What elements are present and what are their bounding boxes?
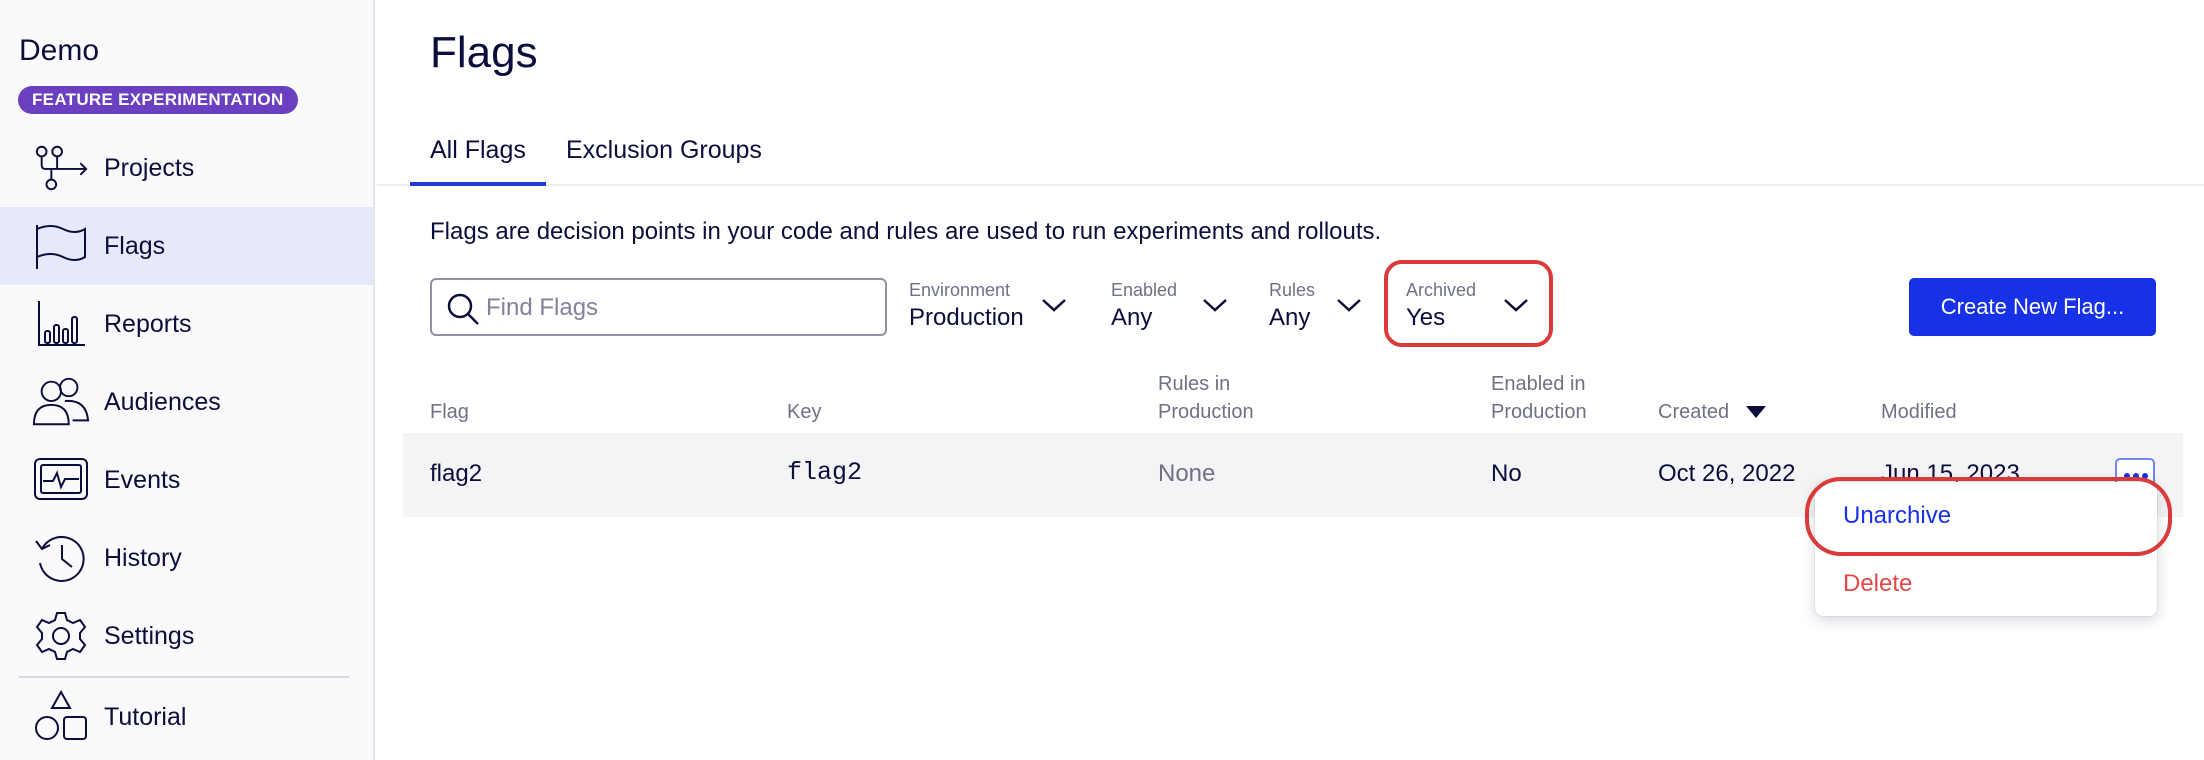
search-input[interactable] (486, 290, 876, 326)
sidebar-item-events[interactable]: Events (0, 441, 373, 519)
filter-label: Enabled (1111, 280, 1178, 300)
sidebar-item-label: Reports (104, 309, 192, 338)
events-icon (32, 455, 90, 505)
filter-value: Any (1111, 304, 1153, 331)
sidebar-item-settings[interactable]: Settings (0, 597, 373, 675)
audiences-icon (32, 377, 90, 427)
active-tab-indicator (410, 182, 546, 186)
column-header-flag[interactable]: Flag (430, 398, 469, 426)
sidebar-item-label: Projects (104, 153, 195, 182)
sidebar-item-label: Events (104, 465, 181, 494)
column-header-enabled-line2[interactable]: Production (1491, 398, 1587, 426)
cell-key: flag2 (787, 458, 863, 487)
sidebar-item-label: Settings (104, 621, 195, 650)
sidebar-item-projects[interactable]: Projects (0, 129, 373, 207)
shapes-icon (32, 690, 90, 742)
unarchive-menu-item[interactable]: Unarchive (1843, 502, 1951, 530)
column-header-rules-line2[interactable]: Production (1158, 398, 1254, 426)
filter-enabled[interactable]: Enabled Any (1111, 278, 1229, 340)
filter-environment[interactable]: Environment Production (909, 278, 1074, 340)
create-new-flag-button[interactable]: Create New Flag... (1909, 278, 2156, 336)
tab-all-flags[interactable]: All Flags (430, 136, 526, 165)
sort-descending-icon[interactable] (1745, 405, 1767, 424)
column-header-enabled-line1[interactable]: Enabled in (1491, 370, 1586, 398)
column-header-created[interactable]: Created (1658, 398, 1729, 426)
sidebar-item-history[interactable]: History (0, 519, 373, 597)
filter-label: Environment (909, 280, 1011, 300)
filter-value: Production (909, 304, 1024, 331)
reports-icon (32, 299, 90, 349)
cell-created: Oct 26, 2022 (1658, 460, 1796, 487)
sidebar-item-audiences[interactable]: Audiences (0, 363, 373, 441)
page-title: Flags (430, 28, 538, 77)
tab-exclusion-groups[interactable]: Exclusion Groups (566, 136, 762, 165)
row-actions-menu: Unarchive Delete (1815, 482, 2157, 616)
filter-label: Archived (1406, 280, 1477, 300)
projects-icon (32, 143, 90, 193)
chevron-down-icon (1335, 296, 1363, 319)
sidebar-item-label: History (104, 543, 182, 572)
filter-value: Any (1269, 304, 1311, 331)
sidebar-item-reports[interactable]: Reports (0, 285, 373, 363)
filter-value: Yes (1406, 304, 1446, 331)
sidebar-item-label: Tutorial (104, 702, 187, 731)
product-badge: FEATURE EXPERIMENTATION (18, 86, 298, 114)
search-box[interactable] (430, 278, 887, 336)
history-icon (32, 533, 90, 583)
cell-enabled: No (1491, 460, 1522, 487)
chevron-down-icon (1502, 296, 1530, 319)
filter-archived[interactable]: Archived Yes (1406, 278, 1531, 340)
column-header-rules-line1[interactable]: Rules in (1158, 370, 1230, 398)
chevron-down-icon (1201, 296, 1229, 319)
flag-icon (32, 221, 90, 271)
app-title: Demo (19, 34, 100, 67)
page-description: Flags are decision points in your code a… (430, 218, 1382, 245)
gear-icon (32, 611, 90, 661)
sidebar-item-label: Flags (104, 231, 166, 260)
column-header-key[interactable]: Key (787, 398, 821, 426)
column-header-modified[interactable]: Modified (1881, 398, 1957, 426)
filter-label: Rules (1269, 280, 1316, 300)
cell-rules: None (1158, 460, 1216, 487)
delete-menu-item[interactable]: Delete (1843, 570, 1912, 598)
search-icon (446, 292, 480, 331)
sidebar: Demo FEATURE EXPERIMENTATION Projects Fl… (0, 0, 375, 760)
tabs-divider (377, 184, 2204, 186)
filter-rules[interactable]: Rules Any (1269, 278, 1364, 340)
cell-flag[interactable]: flag2 (430, 460, 482, 488)
chevron-down-icon (1040, 296, 1068, 319)
sidebar-item-tutorial[interactable]: Tutorial (0, 678, 373, 756)
sidebar-item-flags[interactable]: Flags (0, 207, 373, 285)
sidebar-item-label: Audiences (104, 387, 221, 416)
